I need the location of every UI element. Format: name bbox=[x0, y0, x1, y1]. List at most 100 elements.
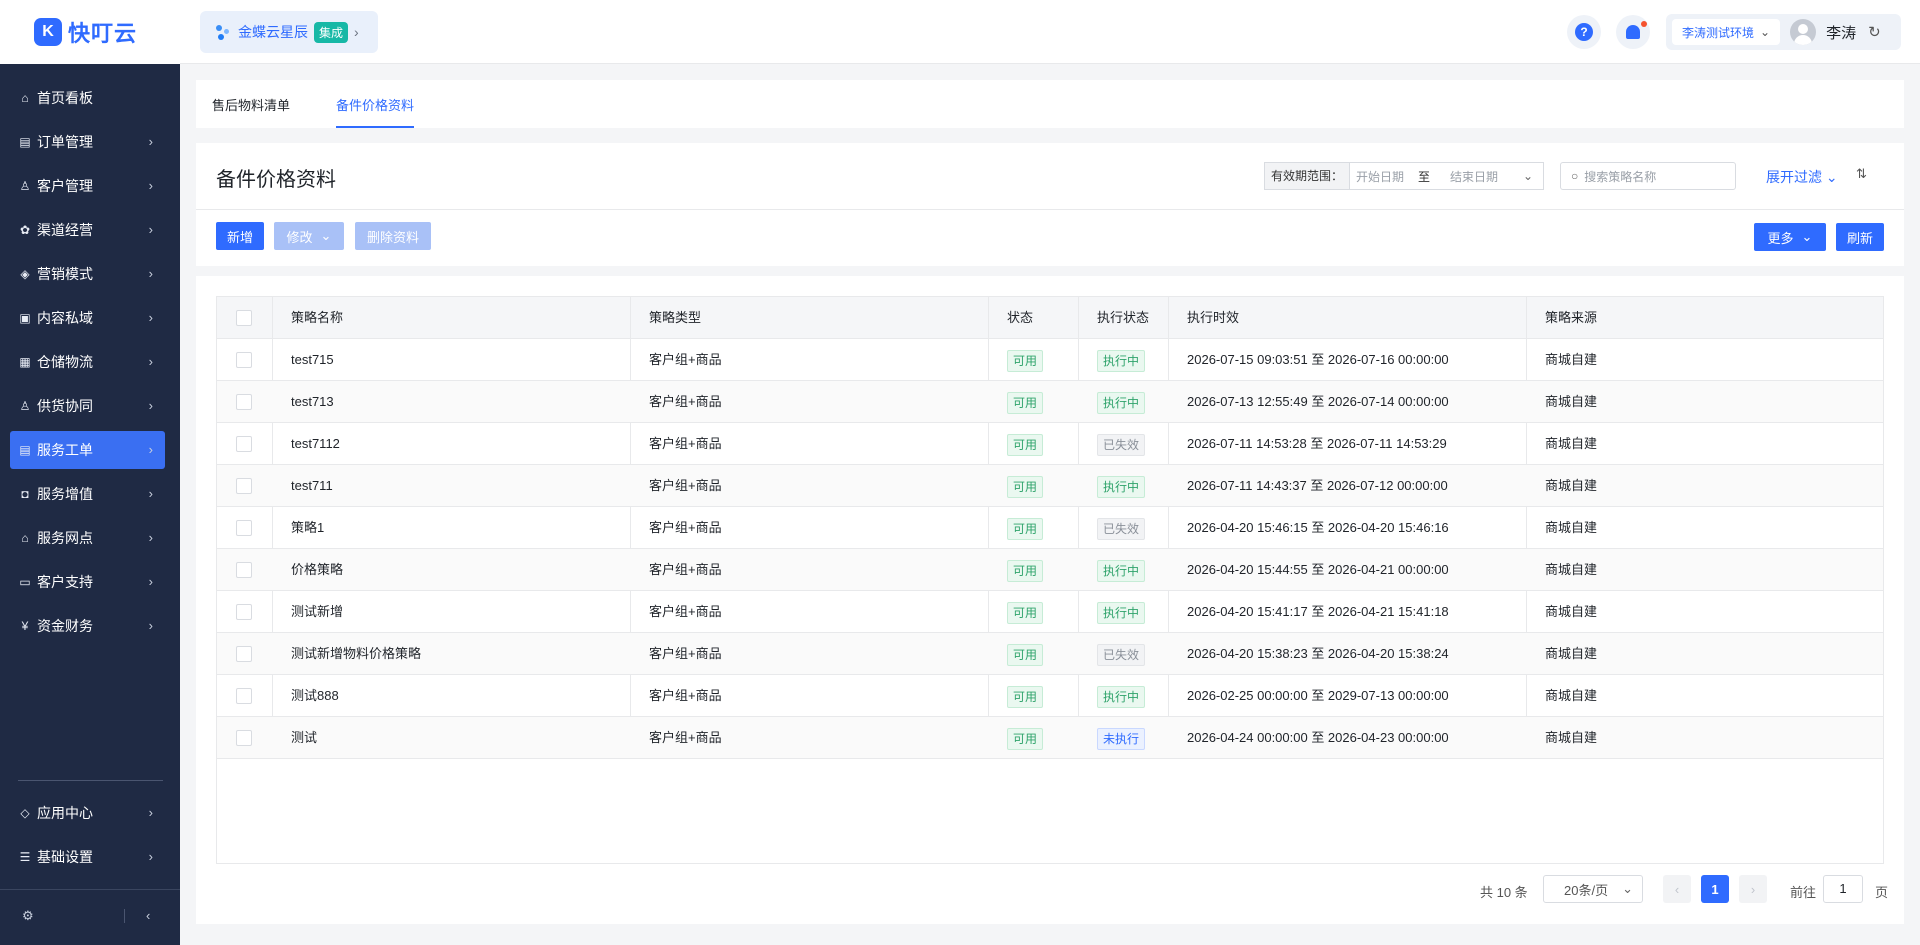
table-row[interactable]: test7112 客户组+商品 可用 已失效 2026-07-11 14:53:28 至… bbox=[217, 423, 1883, 465]
sidebar-item-7[interactable]: ♙ 供货协同 › bbox=[10, 387, 165, 425]
sidebar-item-2[interactable]: ♙ 客户管理 › bbox=[10, 167, 165, 205]
cell-source: 商城自建 bbox=[1545, 562, 1598, 577]
refresh-icon[interactable]: ↻ bbox=[1868, 23, 1881, 41]
refresh-button[interactable]: 刷新 bbox=[1836, 223, 1884, 251]
table-row[interactable]: 测试新增 客户组+商品 可用 执行中 2026-04-20 15:41:17 至 202… bbox=[217, 591, 1883, 633]
col-header-status[interactable]: 状态 bbox=[1007, 297, 1033, 339]
cell-type: 客户组+商品 bbox=[649, 352, 722, 367]
goto-label: 前往 bbox=[1790, 885, 1817, 900]
end-date-input[interactable]: 结束日期 bbox=[1450, 168, 1498, 185]
sidebar-item-4[interactable]: ◈ 营销模式 › bbox=[10, 255, 165, 293]
sidebar-item-3[interactable]: ✿ 渠道经营 › bbox=[10, 211, 165, 249]
user-name[interactable]: 李涛 bbox=[1826, 22, 1856, 43]
logo[interactable]: K 快叮云 bbox=[0, 0, 180, 64]
more-button[interactable]: 更多 ⌄ bbox=[1754, 223, 1826, 251]
row-checkbox[interactable] bbox=[236, 646, 252, 662]
tab-aftersales-bom[interactable]: 售后物料清单 bbox=[212, 95, 290, 128]
avatar[interactable] bbox=[1790, 19, 1817, 45]
add-button[interactable]: 新增 bbox=[216, 222, 264, 250]
table-row[interactable]: 测试888 客户组+商品 可用 执行中 2026-02-25 00:00:00 至 20… bbox=[217, 675, 1883, 717]
prev-page-button[interactable]: ‹ bbox=[1663, 875, 1691, 903]
row-checkbox[interactable] bbox=[236, 604, 252, 620]
status-badge-cell: 可用 bbox=[1007, 633, 1044, 675]
status-badge: 可用 bbox=[1007, 643, 1044, 666]
sidebar-item-label: 客户支持 bbox=[37, 574, 93, 590]
row-checkbox[interactable] bbox=[236, 688, 252, 704]
price-table: 策略名称 策略类型 状态 执行状态 执行时效 策略来源 test715 客户组+商… bbox=[216, 296, 1884, 864]
page-1-button[interactable]: 1 bbox=[1701, 875, 1729, 903]
expand-filter-toggle[interactable]: 展开过滤 ⌄ bbox=[1766, 167, 1838, 187]
row-checkbox[interactable] bbox=[236, 394, 252, 410]
table-row[interactable]: test715 客户组+商品 可用 执行中 2026-07-15 09:03:51 至 … bbox=[217, 339, 1883, 381]
collapse-sidebar-icon[interactable]: ‹ bbox=[146, 908, 150, 923]
tab-spare-price[interactable]: 备件价格资料 bbox=[336, 95, 415, 128]
store-icon: ⌂ bbox=[21, 531, 29, 545]
sidebar-item-b1[interactable]: ☰ 基础设置 › bbox=[10, 838, 165, 876]
sort-icon[interactable]: ⇅ bbox=[1856, 166, 1867, 182]
sidebar-item-5[interactable]: ▣ 内容私域 › bbox=[10, 299, 165, 337]
exec-status-badge: 执行中 bbox=[1097, 559, 1146, 582]
page-size-select[interactable]: 20条/页 ⌄ bbox=[1543, 875, 1643, 903]
cell-period: 2026-02-25 00:00:00 至 2029-07-13 00:00:0… bbox=[1187, 688, 1449, 703]
date-range-label: 有效期范围： bbox=[1265, 163, 1351, 189]
col-header-type[interactable]: 策略类型 bbox=[649, 297, 701, 339]
col-header-exec-status[interactable]: 执行状态 bbox=[1097, 297, 1149, 339]
table-row[interactable]: 测试新增物料价格策略 客户组+商品 可用 已失效 2026-04-20 15:38:23… bbox=[217, 633, 1883, 675]
sidebar-item-8[interactable]: ▤ 服务工单 › bbox=[10, 431, 165, 469]
cell-type: 客户组+商品 bbox=[649, 562, 722, 577]
help-button[interactable]: ? bbox=[1567, 15, 1601, 49]
sidebar-item-9[interactable]: ◘ 服务增值 › bbox=[10, 475, 165, 513]
search-input[interactable]: ○ 搜索策略名称 bbox=[1560, 162, 1736, 190]
row-checkbox[interactable] bbox=[236, 436, 252, 452]
cell-type: 客户组+商品 bbox=[649, 604, 722, 619]
supplier-icon: ♙ bbox=[19, 399, 31, 413]
select-all-checkbox[interactable] bbox=[236, 310, 252, 326]
exec-status-badge: 执行中 bbox=[1097, 601, 1146, 624]
table-row[interactable]: 价格策略 客户组+商品 可用 执行中 2026-04-20 15:44:55 至 202… bbox=[217, 549, 1883, 591]
chevron-down-icon: ⌄ bbox=[1801, 229, 1813, 244]
home-icon: ⌂ bbox=[21, 91, 29, 105]
status-badge: 可用 bbox=[1007, 349, 1044, 372]
row-checkbox[interactable] bbox=[236, 520, 252, 536]
cell-period: 2026-04-20 15:44:55 至 2026-04-21 00:00:0… bbox=[1187, 562, 1449, 577]
settings-gear-icon[interactable]: ⚙ bbox=[22, 908, 34, 924]
table-row[interactable]: 测试 客户组+商品 可用 未执行 2026-04-24 00:00:00 至 2026-… bbox=[217, 717, 1883, 759]
header-card: 备件价格资料 有效期范围： 开始日期 至 结束日期 ⌄ ○ 搜索策略名称 展开过… bbox=[196, 143, 1904, 266]
col-header-name[interactable]: 策略名称 bbox=[291, 297, 343, 339]
sidebar-item-label: 服务网点 bbox=[37, 530, 93, 546]
cell-source: 商城自建 bbox=[1545, 478, 1598, 493]
next-page-button[interactable]: › bbox=[1739, 875, 1767, 903]
app-switcher[interactable]: 金蝶云星辰 集成 › bbox=[200, 11, 378, 53]
table-row[interactable]: test713 客户组+商品 可用 执行中 2026-07-13 12:55:49 至 … bbox=[217, 381, 1883, 423]
col-header-period[interactable]: 执行时效 bbox=[1187, 297, 1239, 339]
sidebar-item-1[interactable]: ▤ 订单管理 › bbox=[10, 123, 165, 161]
status-badge: 可用 bbox=[1007, 475, 1044, 498]
clipboard-icon: ▤ bbox=[19, 135, 31, 149]
notifications-button[interactable] bbox=[1616, 15, 1650, 49]
search-placeholder: 搜索策略名称 bbox=[1584, 169, 1657, 184]
date-range-picker[interactable]: 有效期范围： 开始日期 至 结束日期 ⌄ bbox=[1264, 162, 1544, 190]
cell-source: 商城自建 bbox=[1545, 646, 1598, 661]
goto-page-input[interactable]: 1 bbox=[1823, 875, 1863, 903]
start-date-input[interactable]: 开始日期 bbox=[1356, 168, 1404, 185]
row-checkbox[interactable] bbox=[236, 352, 252, 368]
table-row[interactable]: 策略1 客户组+商品 可用 已失效 2026-04-20 15:46:15 至 2026… bbox=[217, 507, 1883, 549]
sidebar-item-11[interactable]: ▭ 客户支持 › bbox=[10, 563, 165, 601]
sidebar-item-10[interactable]: ⌂ 服务网点 › bbox=[10, 519, 165, 557]
sidebar-item-0[interactable]: ⌂ 首页看板 bbox=[10, 79, 165, 117]
sidebar-item-b0[interactable]: ◇ 应用中心 › bbox=[10, 794, 165, 832]
delete-button[interactable]: 删除资料 bbox=[355, 222, 431, 250]
row-checkbox[interactable] bbox=[236, 730, 252, 746]
row-checkbox[interactable] bbox=[236, 478, 252, 494]
environment-select[interactable]: 李涛测试环境 ⌄ bbox=[1672, 19, 1781, 45]
sidebar-divider bbox=[18, 780, 163, 781]
edit-button[interactable]: 修改 ⌄ bbox=[274, 222, 344, 250]
sidebar-item-6[interactable]: ▦ 仓储物流 › bbox=[10, 343, 165, 381]
table-row[interactable]: test711 客户组+商品 可用 执行中 2026-07-11 14:43:37 至 … bbox=[217, 465, 1883, 507]
row-checkbox[interactable] bbox=[236, 562, 252, 578]
status-badge: 可用 bbox=[1007, 433, 1044, 456]
sidebar-item-12[interactable]: ¥ 资金财务 › bbox=[10, 607, 165, 645]
help-icon: ? bbox=[1575, 23, 1593, 41]
cell-name: test713 bbox=[291, 394, 334, 409]
col-header-source[interactable]: 策略来源 bbox=[1545, 297, 1597, 339]
